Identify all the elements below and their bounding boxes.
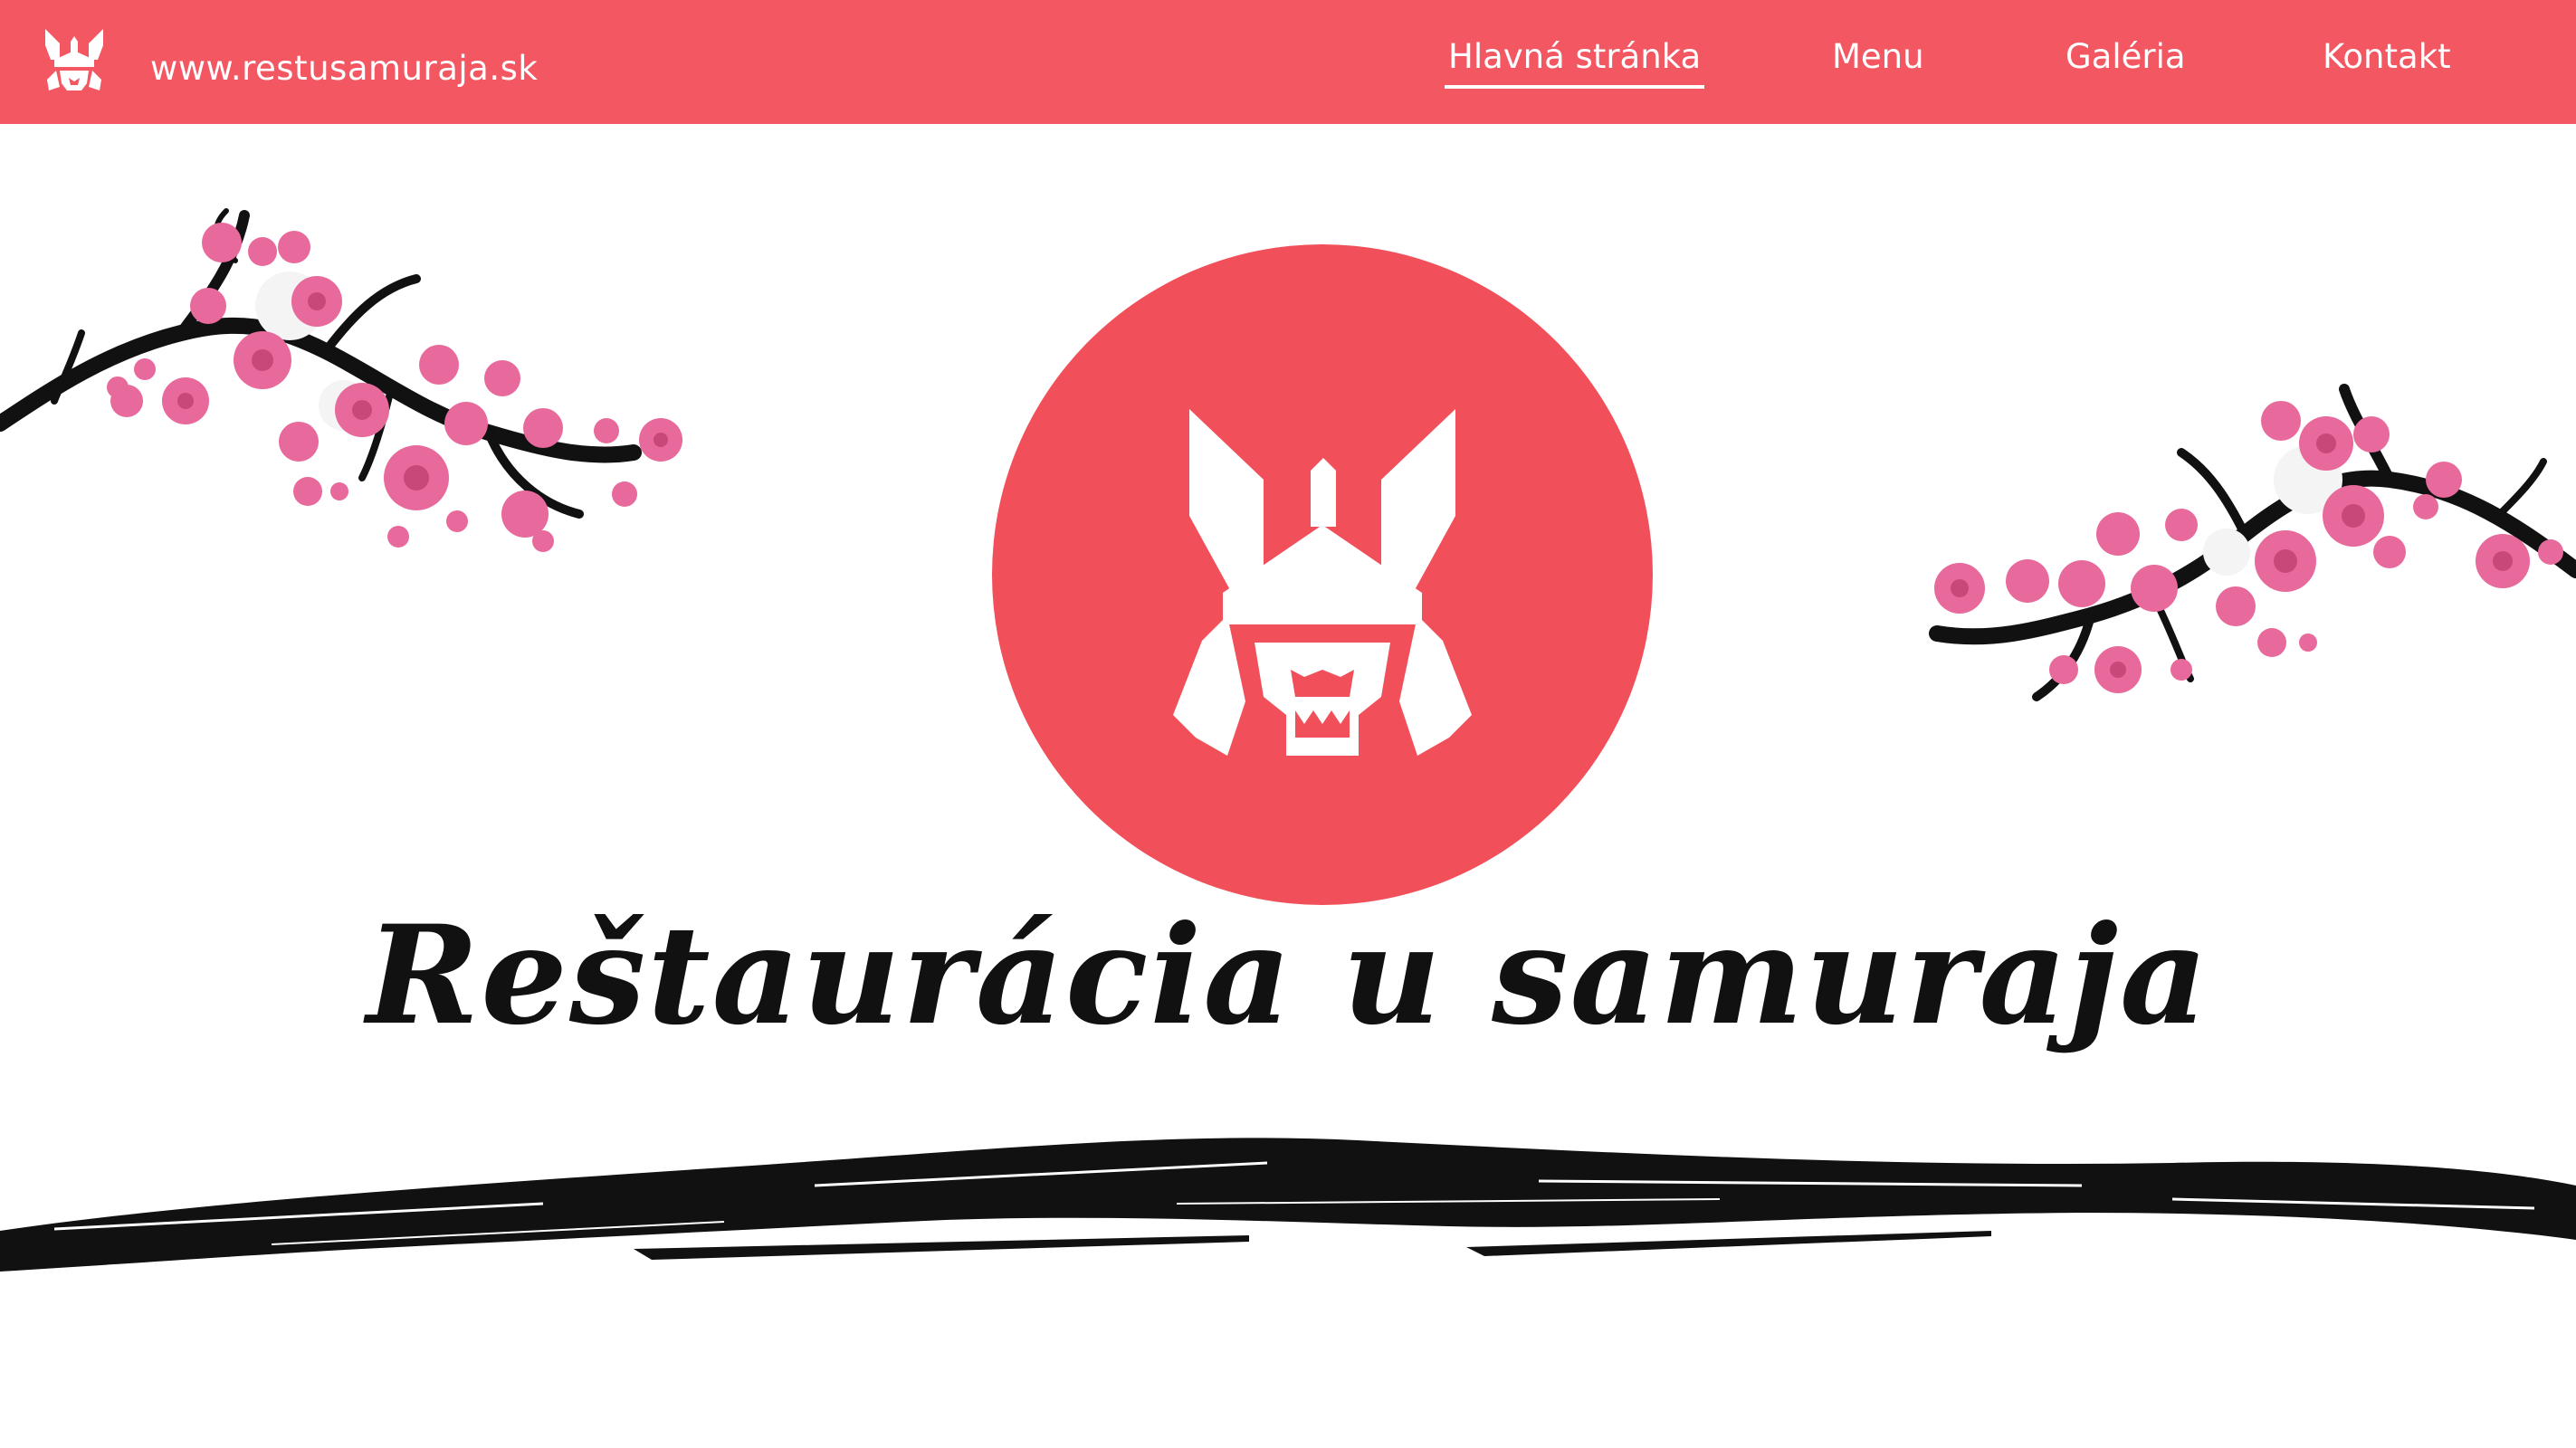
cherry-blossom-branch-left [0, 208, 682, 552]
top-navigation-bar: www.restusamuraja.sk Hlavná stránka Menu… [0, 0, 2576, 124]
nav-item-menu[interactable]: Menu [1832, 34, 1924, 80]
restaurant-title: Reštaurácia u samuraja [366, 896, 2210, 1055]
cherry-blossom-branch-right [1929, 384, 2576, 701]
ink-brush-stroke [0, 1138, 2576, 1272]
nav-item-gallery[interactable]: Galéria [2066, 34, 2186, 80]
main-nav: Hlavná stránka Menu Galéria Kontakt [0, 34, 2576, 89]
samurai-emblem-logo [992, 244, 1653, 905]
nav-item-contact[interactable]: Kontakt [2323, 34, 2451, 80]
nav-item-home[interactable]: Hlavná stránka [1444, 34, 1705, 89]
